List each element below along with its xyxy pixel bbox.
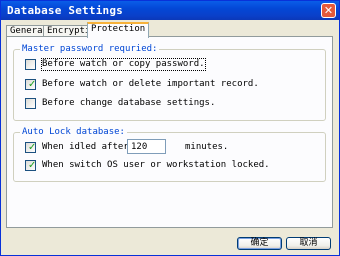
checkbox[interactable] xyxy=(25,59,36,70)
master-password-legend: Master password requried: xyxy=(20,44,160,55)
database-settings-dialog: Database Settings ✕ General Encryption P… xyxy=(0,0,340,256)
checkbox[interactable]: ✓ xyxy=(25,160,36,171)
cancel-button[interactable]: 取消 xyxy=(286,237,331,250)
option-label: When idled after xyxy=(42,142,129,152)
checkbox[interactable] xyxy=(25,98,36,109)
tab-protection[interactable]: Protection xyxy=(87,22,150,38)
idle-minutes-input[interactable] xyxy=(127,139,166,154)
check-icon: ✓ xyxy=(28,142,37,153)
protection-tab-panel: Master password requried: Before watch o… xyxy=(6,36,333,228)
auto-lock-legend: Auto Lock database: xyxy=(20,127,127,138)
option-label: Before watch or copy password. xyxy=(41,58,206,71)
check-icon: ✓ xyxy=(28,79,37,90)
option-label: When switch OS user or workstation locke… xyxy=(42,160,270,170)
checkbox[interactable]: ✓ xyxy=(25,142,36,153)
window-title: Database Settings xyxy=(7,4,123,17)
title-bar[interactable]: Database Settings ✕ xyxy=(1,1,339,20)
ok-button[interactable]: 确定 xyxy=(237,237,282,250)
checkbox[interactable]: ✓ xyxy=(25,79,36,90)
auto-lock-group: Auto Lock database: ✓ When idled after m… xyxy=(13,127,326,182)
close-icon: ✕ xyxy=(323,4,334,17)
master-password-group: Master password requried: Before watch o… xyxy=(13,44,326,121)
check-icon: ✓ xyxy=(28,160,37,171)
option-label: Before change database settings. xyxy=(42,98,216,108)
option-label: Before watch or delete important record. xyxy=(42,79,259,89)
close-button[interactable]: ✕ xyxy=(321,3,336,18)
minutes-unit-label: minutes. xyxy=(185,142,229,152)
